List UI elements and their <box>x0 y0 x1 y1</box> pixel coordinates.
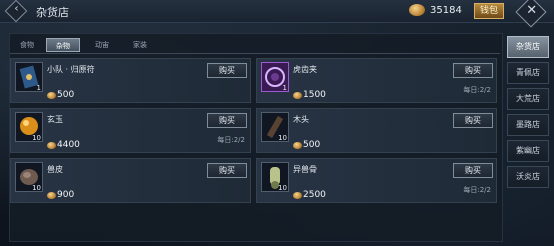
daily-limit: 每日:2/2 <box>463 86 491 94</box>
tiger-tooth-clip-icon[interactable]: 1 <box>261 62 289 92</box>
item-card: 1 小队 · 归原符 500 购买 <box>10 58 251 103</box>
item-price: 500 <box>57 90 75 100</box>
buy-button[interactable]: 购买 <box>453 163 493 178</box>
item-price: 900 <box>57 190 75 200</box>
coin-icon <box>293 92 302 99</box>
jade-orb-icon[interactable]: 10 <box>15 112 43 142</box>
side-tab-grocery[interactable]: 杂货店 <box>507 36 549 58</box>
item-price: 500 <box>303 140 321 150</box>
side-tab-molu[interactable]: 墨路店 <box>507 114 549 136</box>
talisman-icon[interactable]: 1 <box>15 62 43 92</box>
item-name: 虎齿夹 <box>293 65 317 74</box>
item-price: 1500 <box>303 90 326 100</box>
back-button[interactable]: ‹ <box>4 0 28 23</box>
item-quantity: 1 <box>282 84 287 92</box>
beast-hide-icon[interactable]: 10 <box>15 162 43 192</box>
item-name: 兽皮 <box>47 165 63 174</box>
item-quantity: 10 <box>32 184 41 192</box>
item-name: 玄玉 <box>47 115 63 124</box>
buy-button[interactable]: 购买 <box>207 63 247 78</box>
buy-button[interactable]: 购买 <box>207 113 247 128</box>
item-name: 木头 <box>293 115 309 124</box>
buy-button[interactable]: 购买 <box>207 163 247 178</box>
item-quantity: 1 <box>36 84 41 92</box>
item-card: 10 木头 500 购买 <box>256 108 497 153</box>
item-card: 1 虎齿夹 1500 购买 每日:2/2 <box>256 58 497 103</box>
item-price: 2500 <box>303 190 326 200</box>
close-icon: ✕ <box>526 3 538 19</box>
top-bar: ‹ 杂货店 35184 钱包 ✕ <box>0 0 554 28</box>
wood-log-icon[interactable]: 10 <box>261 112 289 142</box>
page-title: 杂货店 <box>36 6 69 19</box>
coin-icon <box>409 4 425 16</box>
item-card: 10 兽皮 900 购买 <box>10 158 251 203</box>
item-card: 10 玄玉 4400 购买 每日:2/2 <box>10 108 251 153</box>
daily-limit: 每日:2/2 <box>463 186 491 194</box>
item-price: 4400 <box>57 140 80 150</box>
beast-bone-icon[interactable]: 10 <box>261 162 289 192</box>
side-tab-dahuang[interactable]: 大荒店 <box>507 88 549 110</box>
tab-misc[interactable]: 杂物 <box>46 38 80 52</box>
item-card: 10 异兽骨 2500 购买 每日:2/2 <box>256 158 497 203</box>
tab-food[interactable]: 食物 <box>10 38 44 52</box>
buy-button[interactable]: 购买 <box>453 63 493 78</box>
daily-limit: 每日:2/2 <box>217 136 245 144</box>
item-name: 异兽骨 <box>293 165 317 174</box>
side-tab-ziyou[interactable]: 紫幽店 <box>507 140 549 162</box>
item-quantity: 10 <box>278 134 287 142</box>
coin-icon <box>293 192 302 199</box>
item-quantity: 10 <box>278 184 287 192</box>
item-quantity: 10 <box>32 134 41 142</box>
coin-icon <box>293 142 302 149</box>
tab-creatures[interactable]: 动宙 <box>85 38 119 52</box>
tab-divider <box>10 53 500 54</box>
side-tab-woyan[interactable]: 沃炎店 <box>507 166 549 188</box>
back-arrow-icon: ‹ <box>14 1 19 15</box>
wallet-button[interactable]: 钱包 <box>474 3 504 19</box>
buy-button[interactable]: 购买 <box>453 113 493 128</box>
coin-icon <box>47 142 56 149</box>
coin-icon <box>47 92 56 99</box>
side-tab-qingpei[interactable]: 青佩店 <box>507 62 549 84</box>
item-name: 小队 · 归原符 <box>47 65 95 74</box>
currency-amount: 35184 <box>430 5 462 16</box>
tab-furniture[interactable]: 家装 <box>123 38 157 52</box>
coin-icon <box>47 192 56 199</box>
